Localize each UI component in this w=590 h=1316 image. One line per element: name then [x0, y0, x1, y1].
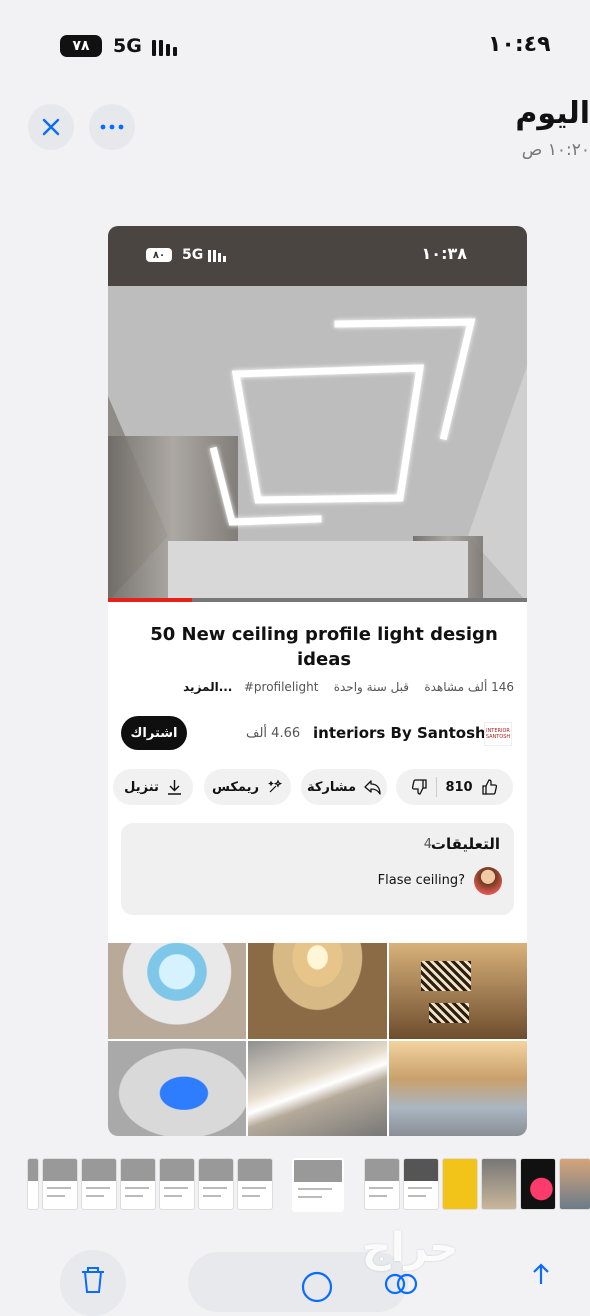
download-button[interactable]: تنزيل: [113, 769, 193, 805]
hashtag[interactable]: #profilelight: [244, 680, 319, 694]
photo-thumbnail[interactable]: [237, 1158, 273, 1210]
remix-icon: [268, 779, 283, 793]
network-type: 5G: [113, 35, 142, 57]
inner-time: ١٠:٣٨: [421, 244, 467, 263]
photo-thumbnail[interactable]: [559, 1158, 590, 1210]
video-title[interactable]: 50 New ceiling profile light design idea…: [128, 622, 520, 674]
related-images-grid: [108, 943, 527, 1136]
ceiling-design-thumb[interactable]: [388, 1040, 527, 1136]
inner-network: 5G: [182, 247, 204, 263]
comments-count: 4: [423, 837, 432, 852]
photo-thumbnail[interactable]: [120, 1158, 156, 1210]
like-dislike-control[interactable]: 810: [396, 769, 513, 805]
ceiling-design-thumb[interactable]: [388, 943, 527, 1039]
photo-thumbnail[interactable]: [27, 1158, 39, 1210]
download-icon: [167, 780, 181, 795]
share-button[interactable]: مشاركة: [301, 769, 387, 805]
ceiling-design-thumb[interactable]: [248, 943, 387, 1039]
ellipsis-icon: [100, 124, 124, 130]
inner-battery: ٨٠: [146, 248, 172, 262]
first-comment: Flase ceiling?: [377, 873, 465, 888]
subscribe-button[interactable]: اشتراك: [121, 716, 187, 750]
photo-thumbnail[interactable]: [403, 1158, 439, 1210]
photo-thumbnail-strip[interactable]: [0, 1158, 590, 1212]
video-progress-fill: [108, 598, 192, 602]
upload-age: قبل سنة واحدة: [333, 680, 410, 694]
inner-status-bar: ٨٠ 5G ١٠:٣٨: [108, 226, 527, 286]
screenshot-preview[interactable]: ٨٠ 5G ١٠:٣٨ 50 New ceiling profile light…: [108, 226, 527, 1136]
remix-button[interactable]: ريمكس: [204, 769, 291, 805]
ceiling-design-thumb[interactable]: [108, 1040, 247, 1136]
share-label: مشاركة: [306, 779, 357, 795]
photo-thumbnail[interactable]: [159, 1158, 195, 1210]
close-icon: [42, 118, 60, 136]
trash-icon: [82, 1267, 104, 1293]
photo-thumbnail-selected[interactable]: [292, 1158, 344, 1212]
ceiling-design-thumb[interactable]: [248, 1040, 387, 1136]
header-title: اليوم: [515, 96, 590, 131]
close-button[interactable]: [28, 104, 74, 150]
watermark-logo: حراج: [362, 1225, 459, 1271]
view-count: 146 ألف مشاهدة: [424, 680, 514, 694]
more-link[interactable]: ...المزيد: [183, 680, 232, 694]
download-label: تنزيل: [124, 779, 159, 795]
photo-thumbnail[interactable]: [198, 1158, 234, 1210]
like-button[interactable]: 810: [445, 779, 497, 795]
info-icon[interactable]: [300, 1270, 334, 1304]
video-meta[interactable]: 146 ألف مشاهدة قبل سنة واحدة #profilelig…: [120, 680, 514, 694]
favorite-icon[interactable]: [384, 1270, 418, 1304]
thumbs-down-icon[interactable]: [412, 779, 428, 795]
photo-thumbnail[interactable]: [481, 1158, 517, 1210]
inner-signal-icon: [208, 250, 226, 262]
thumbs-up-icon: [481, 779, 497, 795]
comments-panel[interactable]: التعليقات 4 Flase ceiling?: [121, 823, 514, 915]
delete-button[interactable]: [60, 1250, 126, 1316]
ceiling-design-thumb[interactable]: [108, 943, 247, 1039]
photo-thumbnail[interactable]: [520, 1158, 556, 1210]
channel-logo[interactable]: INTERIOR SANTOSH: [484, 722, 512, 746]
commenter-avatar: [474, 867, 502, 895]
battery-indicator: ٧٨: [60, 35, 102, 57]
share-sheet-button[interactable]: [530, 1262, 552, 1290]
video-player[interactable]: [108, 286, 527, 602]
remix-label: ريمكس: [211, 779, 260, 795]
channel-logo-text: INTERIOR SANTOSH: [485, 728, 511, 740]
header-timestamp: ١٠:٢٠ ص: [521, 140, 590, 160]
channel-name[interactable]: interiors By Santosh: [313, 724, 486, 742]
photo-thumbnail[interactable]: [81, 1158, 117, 1210]
photo-thumbnail[interactable]: [42, 1158, 78, 1210]
share-icon: [364, 779, 381, 795]
status-time: ١٠:٤٩: [488, 32, 551, 57]
comments-title: التعليقات: [430, 835, 500, 853]
signal-icon: [152, 38, 177, 56]
ceiling-light-image: [108, 286, 527, 602]
photo-thumbnail[interactable]: [442, 1158, 478, 1210]
more-button[interactable]: [89, 104, 135, 150]
share-up-icon: [533, 1263, 549, 1284]
like-count: 810: [445, 779, 473, 795]
photo-thumbnail[interactable]: [364, 1158, 400, 1210]
subscriber-count: 4.66 ألف: [246, 726, 301, 741]
